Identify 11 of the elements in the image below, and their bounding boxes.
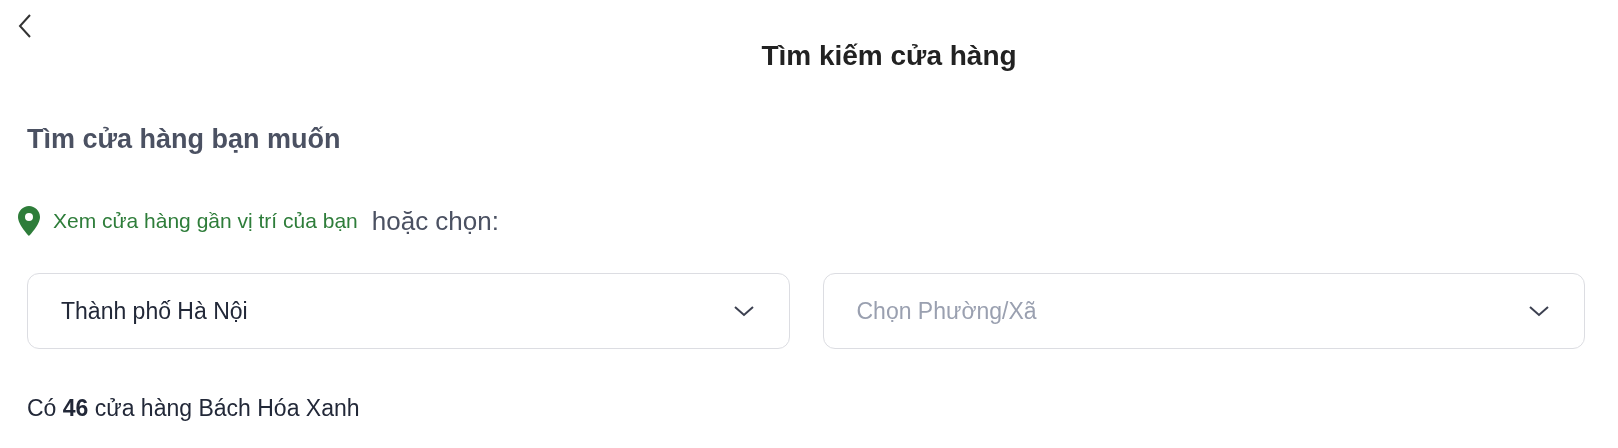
dropdown-field[interactable]: Thành phố Hà Nội [27,273,790,349]
page-title: Tìm kiếm cửa hàng [761,39,1017,73]
store-count-text: Có 46 cửa hàng Bách Hóa Xanh [27,395,361,422]
back-icon[interactable] [17,13,33,39]
chevron-down-icon [732,304,755,318]
chevron-down-icon [1528,304,1550,318]
or-choose-label: hoặc chọn: [371,205,499,237]
nearby-stores-link[interactable]: Xem cửa hàng gần vị trí của bạn [53,209,358,233]
section-heading: Tìm cửa hàng bạn muốn [27,124,342,155]
location-pin-icon [17,205,41,237]
dropdown-field[interactable]: Chọn Phường/Xã [822,273,1585,349]
